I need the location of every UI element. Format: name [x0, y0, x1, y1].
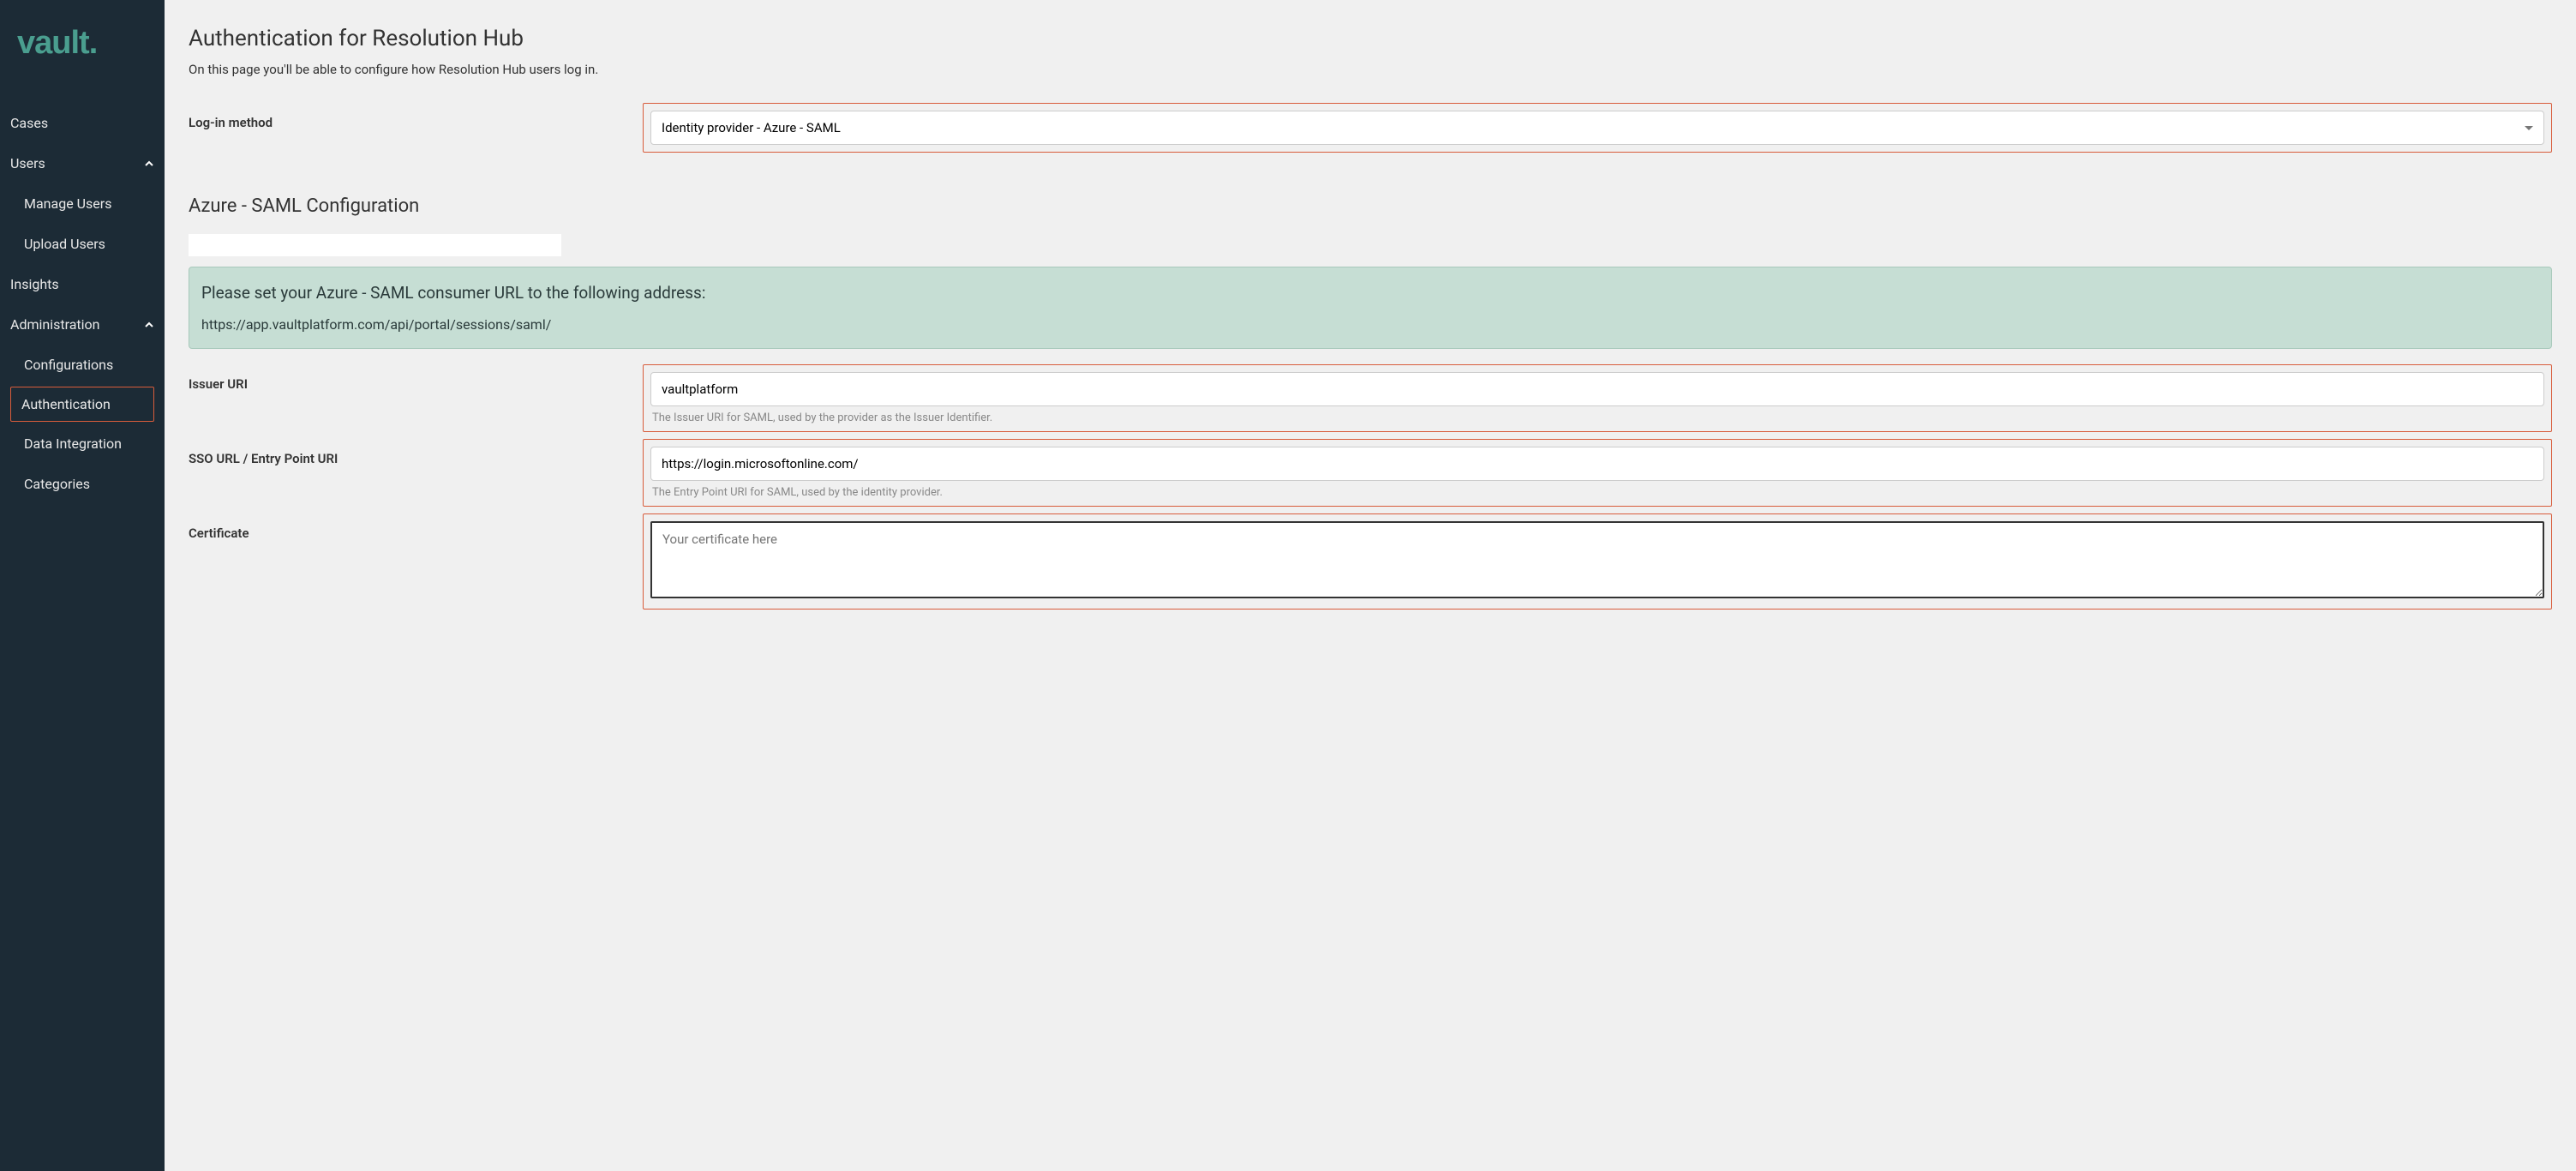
sso-url-input[interactable] [650, 447, 2544, 481]
sidebar-item-authentication[interactable]: Authentication [10, 387, 154, 422]
sidebar-item-cases[interactable]: Cases [0, 103, 165, 143]
certificate-textarea[interactable] [650, 521, 2544, 598]
sidebar-item-configurations[interactable]: Configurations [0, 345, 165, 385]
login-method-label: Log-in method [189, 103, 643, 130]
sidebar-item-label: Upload Users [24, 236, 105, 252]
certificate-label: Certificate [189, 513, 643, 541]
sso-url-helper: The Entry Point URI for SAML, used by th… [650, 486, 2544, 499]
chevron-up-icon [144, 320, 154, 330]
vault-logo-svg: vault. [17, 24, 129, 60]
sidebar-item-label: Insights [10, 276, 59, 292]
sso-url-highlight: The Entry Point URI for SAML, used by th… [643, 439, 2552, 507]
sidebar-item-label: Manage Users [24, 195, 111, 212]
sidebar-item-administration[interactable]: Administration [0, 304, 165, 345]
sidebar-item-manage-users[interactable]: Manage Users [0, 183, 165, 224]
main-content: Authentication for Resolution Hub On thi… [165, 0, 2576, 1171]
certificate-highlight [643, 513, 2552, 610]
sidebar-item-label: Data Integration [24, 435, 122, 452]
issuer-uri-row: Issuer URI The Issuer URI for SAML, used… [189, 364, 2552, 432]
login-method-select[interactable]: Identity provider - Azure - SAML [650, 111, 2544, 145]
login-method-value: Identity provider - Azure - SAML [662, 120, 841, 135]
sidebar-item-label: Administration [10, 316, 100, 333]
app-logo: vault. [17, 24, 147, 69]
chevron-down-icon [2525, 126, 2533, 130]
login-method-row: Log-in method Identity provider - Azure … [189, 103, 2552, 153]
sso-url-row: SSO URL / Entry Point URI The Entry Poin… [189, 439, 2552, 507]
page-title: Authentication for Resolution Hub [189, 26, 2552, 51]
consumer-url-info-box: Please set your Azure - SAML consumer UR… [189, 267, 2552, 349]
sidebar-item-label: Cases [10, 115, 48, 131]
page-description: On this page you'll be able to configure… [189, 62, 2552, 77]
chevron-up-icon [144, 159, 154, 169]
sidebar-item-data-integration[interactable]: Data Integration [0, 423, 165, 464]
sidebar-item-upload-users[interactable]: Upload Users [0, 224, 165, 264]
sidebar-item-label: Authentication [21, 396, 111, 412]
sidebar-item-label: Configurations [24, 357, 113, 373]
login-method-highlight: Identity provider - Azure - SAML [643, 103, 2552, 153]
info-box-title: Please set your Azure - SAML consumer UR… [201, 283, 2539, 303]
section-subtitle: Azure - SAML Configuration [189, 195, 2552, 217]
sso-url-label: SSO URL / Entry Point URI [189, 439, 643, 466]
issuer-uri-label: Issuer URI [189, 364, 643, 392]
logo-area: vault. [0, 0, 165, 103]
sidebar-item-label: Users [10, 155, 45, 171]
sidebar: vault. Cases Users Manage Users Upload U… [0, 0, 165, 1171]
sidebar-item-insights[interactable]: Insights [0, 264, 165, 304]
svg-text:vault.: vault. [17, 25, 97, 60]
sidebar-item-label: Categories [24, 476, 90, 492]
sidebar-item-categories[interactable]: Categories [0, 464, 165, 504]
issuer-uri-helper: The Issuer URI for SAML, used by the pro… [650, 411, 2544, 424]
issuer-uri-highlight: The Issuer URI for SAML, used by the pro… [643, 364, 2552, 432]
info-box-url: https://app.vaultplatform.com/api/portal… [201, 316, 2539, 333]
certificate-row: Certificate [189, 513, 2552, 610]
white-block [189, 234, 561, 256]
sidebar-item-users[interactable]: Users [0, 143, 165, 183]
issuer-uri-input[interactable] [650, 372, 2544, 406]
